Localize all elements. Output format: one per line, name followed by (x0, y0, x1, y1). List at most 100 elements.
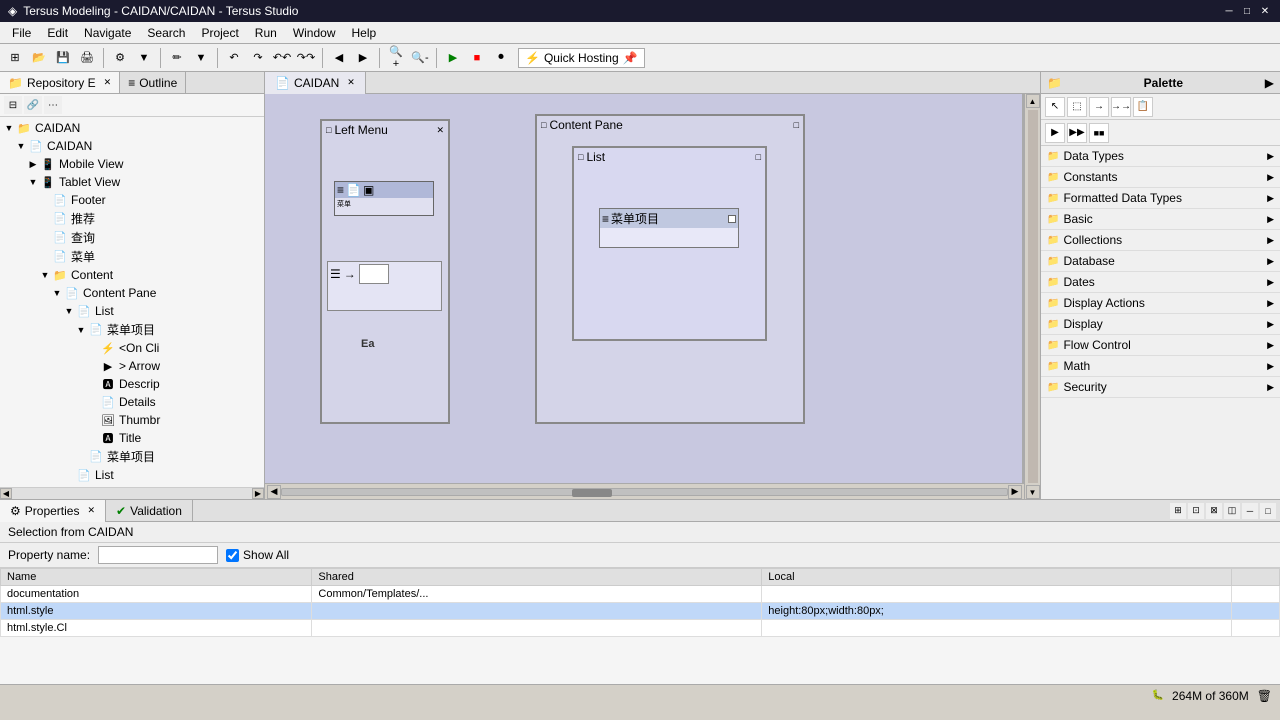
prop-row[interactable]: documentationCommon/Templates/... (1, 586, 1280, 603)
maximize-button[interactable]: □ (1240, 4, 1254, 18)
tree-node-list[interactable]: ▼📄List (2, 302, 262, 320)
tab-repo-close[interactable]: ✕ (104, 77, 112, 88)
tree-node-chaxun[interactable]: 📄查询 (2, 228, 262, 247)
tree-expand-list[interactable]: ▼ (62, 306, 76, 316)
list-item-widget[interactable]: ≡ 菜单项目 (599, 208, 739, 248)
menu-item-help[interactable]: Help (344, 24, 385, 42)
tree-node-caidan_node[interactable]: 📄菜单 (2, 247, 262, 266)
palette-cat-basic[interactable]: 📁Basic▶ (1041, 209, 1280, 230)
bottom-tool3[interactable]: ⊠ (1206, 503, 1222, 519)
tree-node-caidan_xm[interactable]: ▼📄菜单项目 (2, 320, 262, 339)
show-all-checkbox-label[interactable]: Show All (226, 548, 289, 562)
tree-node-mobile_view[interactable]: ▶📱Mobile View (2, 155, 262, 173)
menu-item-window[interactable]: Window (285, 24, 344, 42)
palette-play2-btn[interactable]: ▶▶ (1067, 123, 1087, 143)
prop-row[interactable]: html.styleheight:80px;width:80px; (1, 603, 1280, 620)
toolbar-fwd-btn[interactable]: ▶ (352, 47, 374, 69)
toolbar-record-btn[interactable]: ⏺ (490, 47, 512, 69)
palette-cursor-btn[interactable]: ↖ (1045, 97, 1065, 117)
palette-select-btn[interactable]: ⬚ (1067, 97, 1087, 117)
editor-tab-caidan[interactable]: 📄 CAIDAN ✕ (265, 72, 366, 94)
tree-node-content[interactable]: ▼📁Content (2, 266, 262, 284)
left-menu-widget1[interactable]: ≡ 📄 ▣ 菜单 (334, 181, 434, 216)
property-name-input[interactable] (98, 546, 218, 564)
bottom-tool6[interactable]: □ (1260, 503, 1276, 519)
tree-node-list2[interactable]: 📄List (2, 466, 262, 484)
toolbar-save-btn[interactable]: 💾 (52, 47, 74, 69)
hscroll-thumb[interactable] (572, 489, 612, 497)
toolbar-zoomout-btn[interactable]: 🔍- (409, 47, 431, 69)
palette-arrow2-btn[interactable]: →→ (1111, 97, 1131, 117)
hscroll-track[interactable] (281, 488, 1008, 496)
toolbar-edit2-btn[interactable]: ▼ (190, 47, 212, 69)
toolbar-zoomin-btn[interactable]: 🔍+ (385, 47, 407, 69)
tree-node-arrow[interactable]: ▶> Arrow (2, 357, 262, 375)
toolbar-play-btn[interactable]: ▶ (442, 47, 464, 69)
minimize-button[interactable]: ─ (1222, 4, 1236, 18)
tree-node-descrip[interactable]: 🅰Descrip (2, 375, 262, 393)
tree-expand-content[interactable]: ▼ (38, 270, 52, 280)
palette-cat-display[interactable]: 📁Display▶ (1041, 314, 1280, 335)
show-all-checkbox[interactable] (226, 549, 239, 562)
tree-node-caidan_child[interactable]: ▼📄CAIDAN (2, 137, 262, 155)
tree-node-content_pane[interactable]: ▼📄Content Pane (2, 284, 262, 302)
toolbar-stop-btn[interactable]: ■ (466, 47, 488, 69)
gc-button[interactable]: 🗑 (1257, 689, 1272, 703)
palette-cat-display-actions[interactable]: 📁Display Actions▶ (1041, 293, 1280, 314)
bottom-tool1[interactable]: ⊞ (1170, 503, 1186, 519)
menu-item-project[interactable]: Project (193, 24, 246, 42)
palette-cat-constants[interactable]: 📁Constants▶ (1041, 167, 1280, 188)
toolbar-undo3-btn[interactable]: ↶↶ (271, 47, 293, 69)
menu-item-navigate[interactable]: Navigate (76, 24, 139, 42)
link-btn[interactable]: 🔗 (24, 96, 42, 114)
palette-stop-btn[interactable]: ■■ (1089, 123, 1109, 143)
tree-expand-mobile_view[interactable]: ▶ (26, 159, 40, 170)
palette-arrow-btn[interactable]: → (1089, 97, 1109, 117)
palette-cat-dates[interactable]: 📁Dates▶ (1041, 272, 1280, 293)
palette-cat-flow-control[interactable]: 📁Flow Control▶ (1041, 335, 1280, 356)
left-hscroll[interactable]: ◀ ▶ (0, 487, 264, 499)
toolbar-edit-btn[interactable]: ✏ (166, 47, 188, 69)
hscroll-left[interactable]: ◀ (0, 488, 12, 499)
hscroll-left-arrow[interactable]: ◀ (267, 485, 281, 499)
tree-node-on_click[interactable]: ⚡<On Cli (2, 339, 262, 357)
tree-expand-content_pane[interactable]: ▼ (50, 288, 64, 298)
tree-node-caidan_xm2[interactable]: 📄菜单项目 (2, 447, 262, 466)
tree-node-tuijian[interactable]: 📄推荐 (2, 209, 262, 228)
palette-cat-formatted-data-types[interactable]: 📁Formatted Data Types▶ (1041, 188, 1280, 209)
tree-expand-tablet_view[interactable]: ▼ (26, 177, 40, 187)
canvas-vscroll[interactable]: ▲ ▼ (1024, 94, 1040, 499)
toolbar-open-btn[interactable]: 📂 (28, 47, 50, 69)
canvas-area[interactable]: □ Left Menu ✕ ≡ 📄 ▣ 菜单 ☰ (265, 94, 1040, 499)
quick-hosting-button[interactable]: ⚡ Quick Hosting 📌 (518, 48, 645, 68)
tab-outline[interactable]: ≡ Outline (120, 72, 186, 93)
more-btn[interactable]: ⋯ (44, 96, 62, 114)
vscroll-up[interactable]: ▲ (1026, 94, 1040, 108)
tree-expand-caidan_root[interactable]: ▼ (2, 123, 16, 133)
vscroll-track[interactable] (1028, 110, 1038, 483)
toolbar-redo-btn[interactable]: ↷↷ (295, 47, 317, 69)
palette-cat-collections[interactable]: 📁Collections▶ (1041, 230, 1280, 251)
palette-expand-icon[interactable]: ▶ (1265, 76, 1274, 90)
tree-node-title[interactable]: 🅰Title (2, 429, 262, 447)
close-button[interactable]: ✕ (1258, 4, 1272, 18)
collapse-all-btn[interactable]: ⊟ (4, 96, 22, 114)
menu-item-edit[interactable]: Edit (39, 24, 76, 42)
tree-node-tablet_view[interactable]: ▼📱Tablet View (2, 173, 262, 191)
hscroll-track[interactable] (12, 488, 252, 499)
hscroll-right-arrow[interactable]: ▶ (1008, 485, 1022, 499)
prop-row[interactable]: html.style.Cl (1, 620, 1280, 637)
tab-properties[interactable]: ⚙ Properties ✕ (0, 500, 106, 522)
bottom-tool2[interactable]: ⊡ (1188, 503, 1204, 519)
vscroll-down[interactable]: ▼ (1026, 485, 1040, 499)
tab-repository[interactable]: 📁 Repository E ✕ (0, 72, 120, 93)
tree-node-caidan_root[interactable]: ▼📁CAIDAN (2, 119, 262, 137)
palette-cat-database[interactable]: 📁Database▶ (1041, 251, 1280, 272)
tree-node-details[interactable]: 📄Details (2, 393, 262, 411)
toolbar-undo-btn[interactable]: ↶ (223, 47, 245, 69)
left-menu-widget2[interactable]: ☰ → (327, 261, 442, 311)
toolbar-settings2-btn[interactable]: ▼ (133, 47, 155, 69)
tree-expand-caidan_xm[interactable]: ▼ (74, 325, 88, 335)
editor-tab-close[interactable]: ✕ (347, 77, 355, 88)
toolbar-back-btn[interactable]: ◀ (328, 47, 350, 69)
